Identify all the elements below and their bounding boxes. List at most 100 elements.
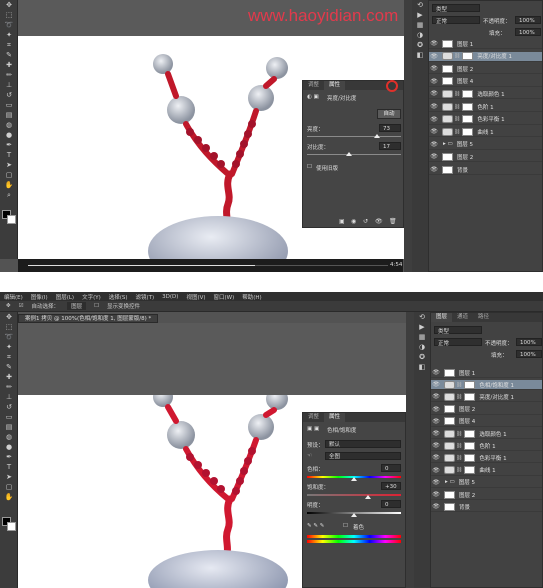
saturation-slider-knob[interactable] — [365, 495, 372, 499]
adjustment-layer-icon[interactable] — [444, 441, 455, 450]
hand-tool-icon[interactable]: ✋ — [0, 492, 18, 502]
eye-icon[interactable]: 👁 — [431, 442, 441, 449]
layer-filter-select[interactable]: 类型 — [434, 326, 482, 335]
contrast-field[interactable]: 17 — [379, 142, 401, 150]
history-brush-icon[interactable]: ↺ — [0, 90, 18, 100]
eyedropper-icons[interactable]: ✎ ✎ ✎ — [307, 523, 324, 529]
chain-icon[interactable]: ⛓ — [456, 382, 462, 388]
menu-item[interactable]: 3D(D) — [162, 294, 178, 300]
layer-row[interactable]: 👁 ⛓ 选取颜色 1 — [431, 429, 542, 439]
chain-icon[interactable]: ⛓ — [454, 104, 460, 110]
layer-mask-thumbnail[interactable] — [464, 380, 476, 389]
saturation-field[interactable]: +30 — [381, 482, 401, 490]
eye-icon[interactable]: 👁 — [431, 454, 441, 461]
layer-row[interactable]: 👁 图层 4 — [429, 77, 542, 87]
layer-row[interactable]: 👁 ⛓ 亮度/对比度 1 — [431, 392, 542, 403]
move-tool-icon[interactable]: ✥ — [6, 303, 11, 309]
layer-row[interactable]: 👁 图层 1 — [429, 39, 542, 49]
adjustment-layer-icon[interactable] — [442, 115, 453, 124]
adjustment-layer-icon[interactable] — [444, 466, 455, 475]
eye-icon[interactable]: 👁 — [429, 128, 439, 135]
brightness-field[interactable]: 73 — [379, 124, 401, 132]
layer-row[interactable]: 👁 ⛓ 色彩平衡 1 — [429, 115, 542, 125]
history-panel-icon[interactable]: ⟲ — [412, 0, 428, 10]
menu-item[interactable]: 选择(S) — [109, 293, 128, 301]
chain-icon[interactable]: ⛓ — [456, 467, 462, 473]
opacity-field[interactable]: 100% — [516, 338, 542, 346]
eye-icon[interactable]: 👁 — [431, 393, 441, 400]
folder-icon[interactable]: ▸ ▭ — [443, 141, 453, 147]
video-controls[interactable]: 4:54 — [18, 259, 403, 272]
layer-mask-thumbnail[interactable] — [464, 441, 476, 450]
dodge-tool-icon[interactable]: ● — [0, 130, 18, 140]
fill-field[interactable]: 100% — [516, 350, 542, 358]
layer-thumbnail[interactable] — [442, 165, 453, 174]
preset-select[interactable]: 默认 — [325, 440, 401, 448]
visibility-eye-icon[interactable]: 👁 — [375, 218, 383, 225]
layer-row[interactable]: 👁 图层 2 — [429, 152, 542, 163]
channel-select[interactable]: 全图 — [325, 452, 401, 460]
menu-item[interactable]: 图层(L) — [56, 293, 74, 301]
contrast-slider-knob[interactable] — [345, 152, 352, 156]
tab-adjustments[interactable]: 调整 — [303, 413, 324, 422]
layer-thumbnail[interactable] — [442, 64, 453, 73]
eye-icon[interactable]: 👁 — [429, 141, 439, 148]
blend-mode-select[interactable]: 正常 — [432, 16, 480, 25]
adjustment-layer-icon[interactable] — [444, 380, 455, 389]
eye-icon[interactable]: 👁 — [431, 369, 441, 376]
layer-thumbnail[interactable] — [442, 77, 453, 86]
layer-mask-thumbnail[interactable] — [464, 466, 476, 475]
layer-row[interactable]: 👁 ⛓ 色阶 1 — [431, 441, 542, 452]
blur-tool-icon[interactable]: ◍ — [0, 432, 18, 442]
layer-thumbnail[interactable] — [444, 417, 455, 426]
layer-mask-thumbnail[interactable] — [464, 429, 476, 438]
type-tool-icon[interactable]: T — [0, 150, 18, 160]
layer-row[interactable]: 👁 ▸ ▭ 图层 5 — [429, 140, 542, 150]
color-panel-icon[interactable]: ◧ — [414, 362, 430, 372]
layer-row[interactable]: 👁 ⛓ 色相/饱和度 1 — [431, 380, 542, 391]
folder-icon[interactable]: ▸ ▭ — [445, 479, 455, 485]
eraser-tool-icon[interactable]: ▭ — [0, 412, 18, 422]
lasso-tool-icon[interactable]: ➰ — [0, 20, 18, 30]
layer-row[interactable]: 👁 ⛓ 曲线 1 — [431, 466, 542, 476]
layer-row[interactable]: 👁 ⛓ 色彩平衡 1 — [431, 453, 542, 464]
path-select-icon[interactable]: ➤ — [0, 160, 18, 170]
adjustment-layer-icon[interactable] — [442, 52, 453, 61]
background-color[interactable] — [7, 215, 16, 224]
lightness-field[interactable]: 0 — [381, 500, 401, 508]
eye-icon[interactable]: 👁 — [431, 479, 441, 486]
trash-icon[interactable]: 🗑 — [389, 218, 397, 225]
menu-item[interactable]: 编辑(E) — [4, 293, 23, 301]
crop-tool-icon[interactable]: ⌗ — [0, 352, 18, 362]
type-tool-icon[interactable]: T — [0, 462, 18, 472]
eye-icon[interactable]: 👁 — [429, 116, 439, 123]
eye-icon[interactable]: 👁 — [429, 53, 439, 60]
tab-paths[interactable]: 路径 — [473, 313, 494, 322]
swatches-panel-icon[interactable]: ▦ — [412, 20, 428, 30]
lasso-tool-icon[interactable]: ➰ — [0, 332, 18, 342]
pen-tool-icon[interactable]: ✒ — [0, 140, 18, 150]
pen-tool-icon[interactable]: ✒ — [0, 452, 18, 462]
healing-brush-icon[interactable]: ✚ — [0, 372, 18, 382]
history-brush-icon[interactable]: ↺ — [0, 402, 18, 412]
chain-icon[interactable]: ⛓ — [456, 431, 462, 437]
hue-slider-knob[interactable] — [351, 477, 357, 481]
eye-icon[interactable]: 👁 — [431, 406, 441, 413]
blur-tool-icon[interactable]: ◍ — [0, 120, 18, 130]
clip-to-layer-icon[interactable]: ▣ — [339, 218, 345, 225]
menu-item[interactable]: 图像(I) — [31, 293, 48, 301]
actions-panel-icon[interactable]: ▶ — [412, 10, 428, 20]
layer-row[interactable]: 👁 ⛓ 曲线 1 — [429, 127, 542, 138]
layer-thumbnail[interactable] — [444, 405, 455, 414]
eraser-tool-icon[interactable]: ▭ — [0, 100, 18, 110]
document-tab[interactable]: 案例1 拷贝 @ 100%(色相/饱和度 1, 图层蒙版/8) * — [18, 314, 159, 323]
stamp-tool-icon[interactable]: ⊥ — [0, 392, 18, 402]
hand-tool-icon[interactable]: ✋ — [0, 180, 18, 190]
opacity-field[interactable]: 100% — [515, 16, 541, 24]
reset-icon[interactable]: ↺ — [363, 218, 368, 225]
tab-channels[interactable]: 通道 — [452, 313, 473, 322]
layer-row[interactable]: 👁 背景 — [429, 165, 542, 175]
brightness-slider[interactable] — [307, 136, 401, 137]
layer-row[interactable]: 👁 图层 2 — [429, 64, 542, 75]
eye-icon[interactable]: 👁 — [431, 467, 441, 474]
